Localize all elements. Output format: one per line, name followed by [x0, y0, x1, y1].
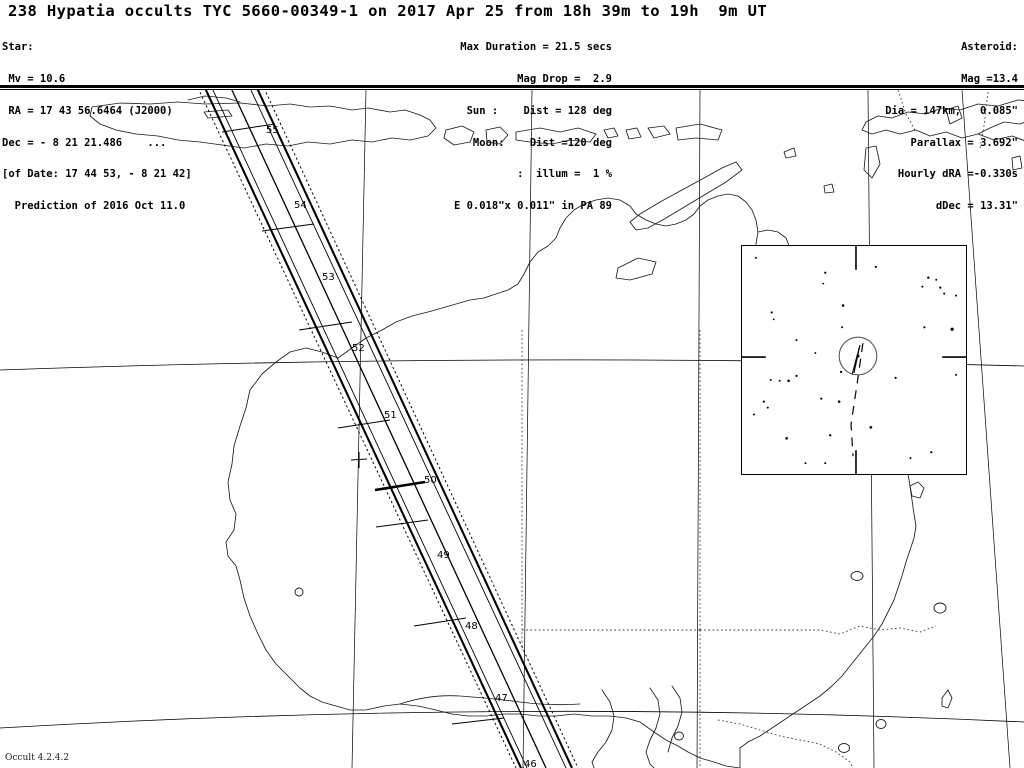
- path-limit-north: [198, 90, 517, 768]
- coastline-bali: [443, 125, 475, 146]
- path-edge-north: [204, 90, 522, 768]
- map-area[interactable]: 55 54 53 52 51 50 49 48 47 46: [0, 90, 1024, 768]
- path-label-48: 48: [465, 621, 478, 632]
- city-marker-canberra: [838, 743, 850, 753]
- inset-path-near-target-2: [853, 345, 861, 374]
- path-max-marker: [374, 480, 426, 492]
- path-tick-53: [298, 321, 353, 331]
- page-title: 238 Hypatia occults TYC 5660-00349-1 on …: [8, 2, 768, 20]
- path-label-51: 51: [384, 410, 397, 421]
- coastline-tiny-3: [863, 145, 881, 179]
- border-nsw-vic: [717, 719, 854, 768]
- path-inner-north: [212, 90, 528, 768]
- asteroid-line-1: Mag =13.4: [929, 72, 1018, 85]
- path-max-duration-tick: [374, 480, 426, 492]
- coastline-small-isle-2: [647, 125, 671, 139]
- inset-field-stars: [752, 256, 958, 465]
- coastline-sumbawa: [515, 127, 597, 145]
- coastline-australia-northwest: [337, 197, 637, 359]
- coastline-bay-detail: [909, 481, 925, 499]
- path-tick-50: [413, 617, 467, 627]
- path-inner-south: [250, 90, 567, 768]
- inset-path-segment: [851, 344, 861, 376]
- star-line-1: Mv = 10.6: [2, 72, 66, 85]
- coastline-eyre-peninsula: [591, 689, 615, 768]
- asteroid-line-0: Asteroid:: [961, 41, 1018, 54]
- coastline-australia-south-bight: [335, 703, 741, 768]
- city-marker-perth: [294, 587, 304, 597]
- border-png-inner: [897, 90, 917, 133]
- coastline-tiny-2: [823, 183, 835, 194]
- coastline-tiny-1: [783, 147, 797, 159]
- path-time-labels: 55 54 53 52 51 50 49 48 47 46: [266, 125, 537, 768]
- path-label-53: 53: [322, 272, 335, 283]
- coastline-new-guinea-south: [977, 121, 1024, 135]
- path-label-47: 47: [495, 693, 508, 704]
- star-field-inset-svg: [742, 246, 966, 474]
- coastline-komodo: [603, 127, 619, 139]
- border-png-indonesia-2: [979, 91, 989, 149]
- header: 238 Hypatia occults TYC 5660-00349-1 on …: [0, 0, 1024, 211]
- inset-target-star: [856, 354, 860, 358]
- path-edge-south: [256, 90, 573, 768]
- path-label-55: 55: [266, 125, 279, 136]
- coastline-tiny-5: [1011, 155, 1023, 171]
- path-label-50: 50: [424, 475, 437, 486]
- coastline-flores: [675, 123, 723, 141]
- city-marker-inland: [850, 571, 864, 581]
- path-tick-51: [375, 519, 429, 528]
- path-label-52: 52: [352, 343, 365, 354]
- city-marker-sydney: [875, 719, 887, 729]
- star-field-inset[interactable]: [741, 245, 967, 475]
- occultation-prediction-page: 238 Hypatia occults TYC 5660-00349-1 on …: [0, 0, 1024, 768]
- border-qld-nsw: [700, 625, 937, 635]
- coastline-lombok: [485, 126, 509, 145]
- header-divider-thick: [0, 85, 1024, 88]
- path-tick-52: [337, 419, 391, 429]
- city-marker-adelaide: [674, 731, 684, 741]
- coastline-new-guinea: [861, 99, 1024, 141]
- coastline-java-north: [187, 95, 241, 103]
- city-marker-brisbane: [933, 602, 947, 614]
- coastline-sumba: [615, 257, 657, 281]
- path-tick-49: [451, 717, 505, 725]
- city-markers: [294, 571, 947, 753]
- circumstances-line-1: Mag Drop = 2.9: [485, 72, 612, 85]
- path-label-54: 54: [294, 200, 307, 211]
- coastline-australia-west: [225, 347, 339, 707]
- star-line-0: Star:: [2, 41, 34, 54]
- path-label-49: 49: [437, 550, 450, 561]
- circumstances-line-0: Max Duration = 21.5 secs: [460, 41, 612, 54]
- path-centre-cross: [350, 452, 368, 468]
- coastline-small-isle-1: [625, 127, 642, 140]
- path-limit-lines: [198, 90, 579, 768]
- inset-crosshair-ticks: [742, 246, 966, 474]
- path-label-46: 46: [524, 759, 537, 768]
- coastline-java: [89, 101, 437, 149]
- coastline-fraser-island: [941, 689, 953, 709]
- version-footer: Occult 4.2.4.2: [5, 753, 70, 763]
